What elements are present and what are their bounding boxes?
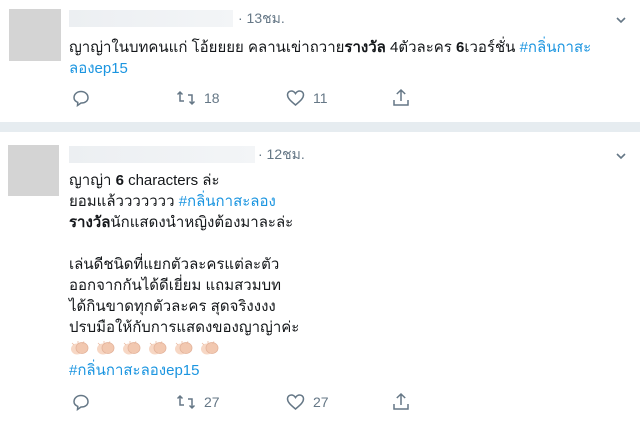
like-button[interactable]: 27 bbox=[286, 393, 329, 411]
reply-icon bbox=[73, 90, 89, 107]
text-plain: characters ล่ะ bbox=[123, 172, 220, 189]
retweet-count: 18 bbox=[204, 90, 220, 106]
tweet-divider bbox=[0, 122, 640, 132]
reply-button[interactable] bbox=[72, 89, 90, 107]
retweet-icon bbox=[176, 394, 196, 410]
tweet-text-line: ได้กินขาดทุกตัวละคร สุดจริงงงง bbox=[69, 298, 276, 315]
retweet-button[interactable]: 18 bbox=[176, 89, 220, 107]
author-name-redacted[interactable] bbox=[69, 10, 233, 27]
chevron-down-icon[interactable] bbox=[614, 149, 628, 163]
retweet-icon bbox=[176, 90, 196, 106]
author-name-redacted[interactable] bbox=[69, 146, 255, 163]
retweet-button[interactable]: 27 bbox=[176, 393, 220, 411]
text-plain: ญาญ่าในบทคนแก่ โอ้ยยยย คลานเข่าถวาย bbox=[69, 39, 345, 56]
tweet-card[interactable]: · 13ชม. ญาญ่าในบทคนแก่ โอ้ยยยย คลานเข่าถ… bbox=[0, 0, 640, 122]
share-button[interactable] bbox=[392, 392, 410, 411]
text-plain: นักแสดงนำหญิงต้องมาละล่ะ bbox=[110, 214, 294, 231]
clapping-hands-emoji bbox=[201, 340, 219, 355]
clapping-hands-emoji bbox=[149, 340, 167, 355]
tweet-timestamp[interactable]: · 13ชม. bbox=[238, 10, 285, 27]
tweet-text-line: รางวัลนักแสดงนำหญิงต้องมาละล่ะ bbox=[69, 212, 293, 233]
clapping-hands-emoji bbox=[71, 340, 89, 355]
hashtag-link[interactable]: #กลิ่นกาสะ bbox=[520, 39, 592, 56]
text-plain: ญาญ่า bbox=[69, 172, 116, 189]
tweet-timestamp[interactable]: · 12ชม. bbox=[258, 146, 305, 163]
tweet-text-line: ยอมแล้ววววววว #กลิ่นกาสะลอง bbox=[69, 191, 276, 212]
text-bold: รางวัล bbox=[344, 39, 386, 56]
retweet-count: 27 bbox=[204, 394, 220, 410]
reply-button[interactable] bbox=[72, 393, 90, 411]
tweet-text-line: เล่นดีชนิดที่แยกตัวละครแต่ละตัว bbox=[69, 256, 280, 273]
clapping-hands-emoji bbox=[175, 340, 193, 355]
like-button[interactable]: 11 bbox=[286, 89, 328, 107]
clapping-hands-emoji bbox=[97, 340, 115, 355]
text-bold: 6 bbox=[115, 172, 124, 189]
like-count: 27 bbox=[313, 394, 329, 410]
clapping-hands-emoji bbox=[123, 340, 141, 355]
tweet-text-line: ญาญ่า 6 characters ล่ะ bbox=[69, 170, 220, 191]
share-icon bbox=[393, 88, 409, 106]
text-plain: 4ตัวละคร bbox=[385, 39, 457, 56]
heart-icon bbox=[286, 394, 305, 410]
like-count: 11 bbox=[313, 90, 328, 106]
chevron-down-icon[interactable] bbox=[614, 13, 628, 27]
heart-icon bbox=[286, 90, 305, 106]
hashtag-link[interactable]: ลองep15 bbox=[69, 58, 128, 79]
text-bold: รางวัล bbox=[69, 214, 111, 231]
tweet-text-line: ออกจากกันได้ดีเยี่ยม แถมสวมบท bbox=[69, 277, 282, 294]
emoji-row bbox=[69, 339, 225, 357]
share-icon bbox=[393, 392, 409, 410]
text-plain: ยอมแล้ววววววว bbox=[69, 193, 179, 210]
hashtag-link[interactable]: #กลิ่นกาสะลอง bbox=[179, 193, 276, 210]
text-plain: เวอร์ชั่น bbox=[464, 39, 520, 56]
avatar[interactable] bbox=[9, 9, 61, 61]
reply-icon bbox=[73, 394, 89, 411]
tweet-text: ญาญ่าในบทคนแก่ โอ้ยยยย คลานเข่าถวายรางวั… bbox=[69, 37, 591, 58]
hashtag-link[interactable]: #กลิ่นกาสะลองep15 bbox=[69, 360, 199, 381]
share-button[interactable] bbox=[392, 88, 410, 107]
avatar[interactable] bbox=[8, 145, 59, 196]
tweet-text-line: ปรบมือให้กับการแสดงของญาญ่าค่ะ bbox=[69, 319, 300, 336]
